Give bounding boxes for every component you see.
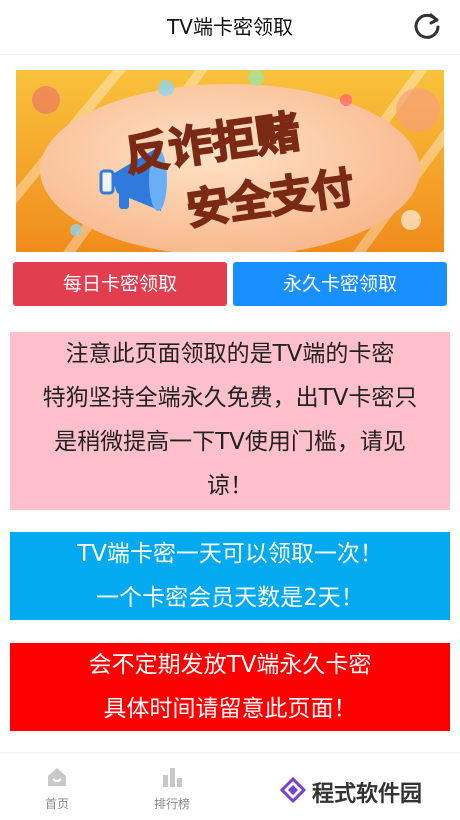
- home-icon: [45, 765, 69, 789]
- notice-line: 是稍微提高一下TV使用门槛，请见: [54, 429, 406, 455]
- daily-key-button[interactable]: 每日卡密领取: [13, 262, 227, 306]
- notice-line: 特狗坚持全端永久免费，出TV卡密只: [42, 385, 418, 411]
- tab-home-label: 首页: [44, 797, 69, 811]
- notice-line: 一个卡密会员天数是2天！: [96, 585, 364, 611]
- watermark: 程式软件园: [279, 774, 423, 810]
- diamond-logo-icon: [279, 776, 307, 807]
- bar-chart-icon: [160, 765, 184, 789]
- tab-ranking[interactable]: 排行榜: [132, 753, 212, 820]
- tab-ranking-label: 排行榜: [153, 797, 190, 811]
- top-header: TV端卡密领取: [0, 0, 460, 55]
- red-notice: 会不定期发放TV端永久卡密 具体时间请留意此页面！: [10, 643, 450, 731]
- tab-home[interactable]: 首页: [17, 753, 97, 820]
- notice-line: TV端卡密一天可以领取一次！: [77, 541, 383, 567]
- blue-notice: TV端卡密一天可以领取一次！ 一个卡密会员天数是2天！: [10, 532, 450, 620]
- notice-line: 会不定期发放TV端永久卡密: [88, 652, 372, 678]
- pink-notice: 注意此页面领取的是TV端的卡密 特狗坚持全端永久免费，出TV卡密只 是稍微提高一…: [10, 332, 450, 510]
- notice-line: 具体时间请留意此页面！: [103, 696, 357, 722]
- permanent-key-button[interactable]: 永久卡密领取: [233, 262, 447, 306]
- notice-line: 注意此页面领取的是TV端的卡密: [65, 341, 395, 367]
- refresh-icon[interactable]: [412, 11, 442, 41]
- page-title: TV端卡密领取: [167, 15, 293, 39]
- promo-banner[interactable]: 反诈拒赌 安全支付: [16, 70, 444, 252]
- watermark-text: 程式软件园: [312, 782, 423, 807]
- notice-line: 谅！: [207, 473, 253, 499]
